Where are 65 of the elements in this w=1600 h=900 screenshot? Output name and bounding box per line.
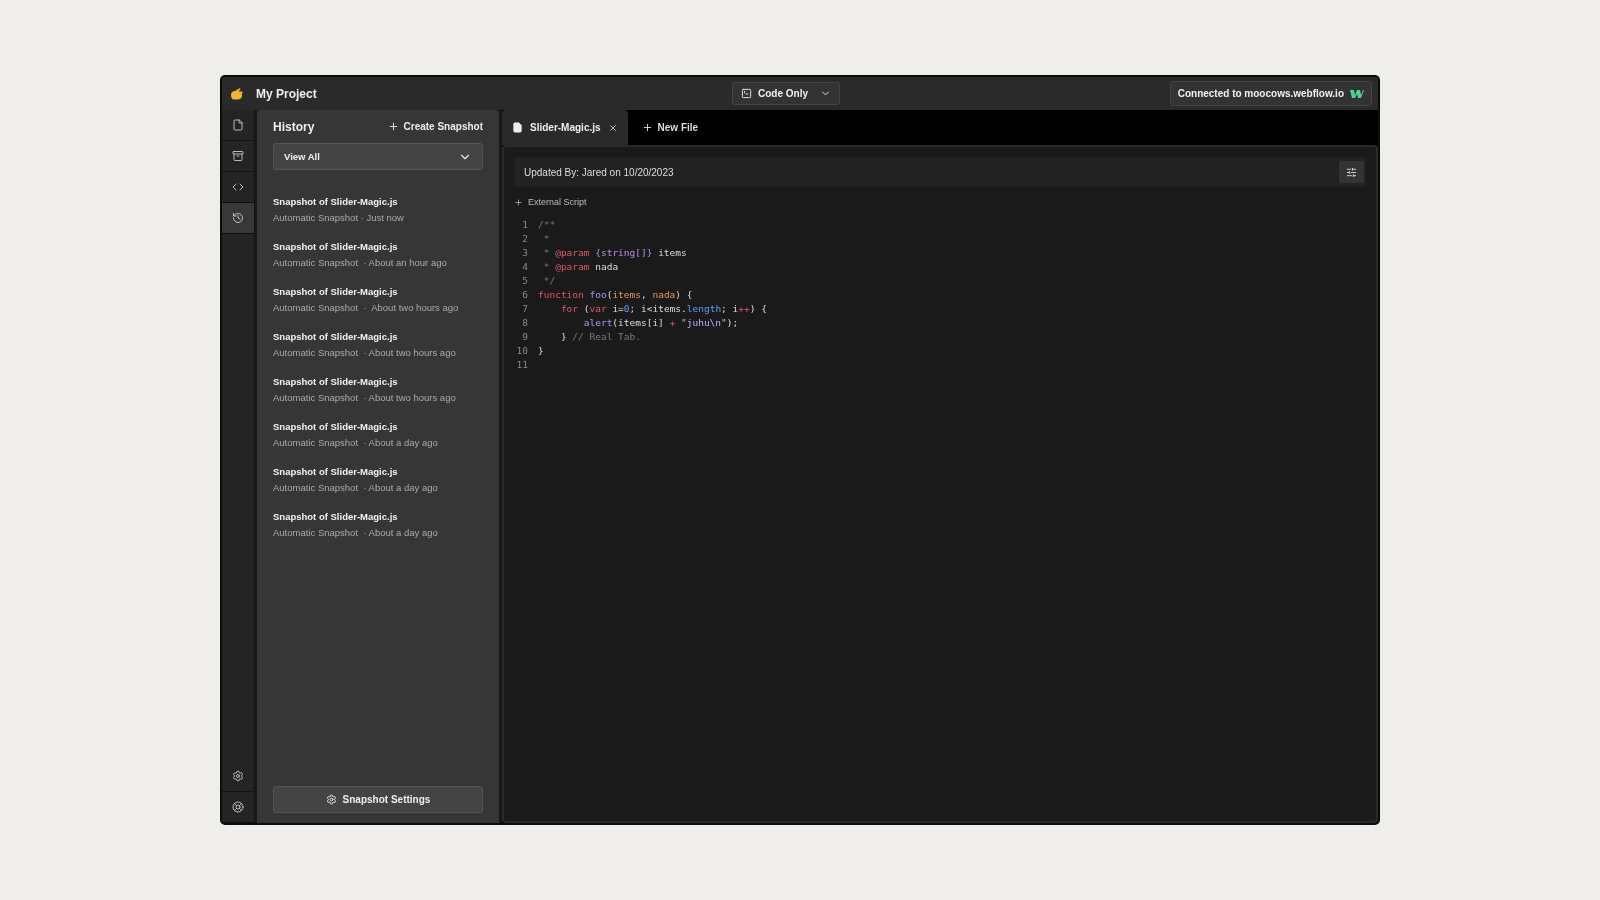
w-logo-icon: [1350, 88, 1364, 99]
plus-icon: [641, 122, 653, 133]
line-number: 2: [521, 232, 528, 244]
snapshot-meta: Automatic Snapshot · About a day ago: [273, 482, 439, 493]
file-icon: [512, 122, 523, 133]
code-line: * @param {string[]} items: [542, 246, 687, 258]
snapshot-meta: Automatic Snapshot · About a day ago: [273, 437, 439, 448]
settings-icon: [232, 770, 244, 782]
history-icon: [232, 212, 244, 224]
snapshot-meta: Automatic Snapshot · About two hours ago: [273, 302, 460, 313]
lifebuoy-icon: [232, 801, 244, 813]
terminal-icon: [741, 88, 752, 99]
plus-icon: [514, 197, 523, 207]
close-icon[interactable]: [607, 122, 618, 133]
line-number: 4: [521, 260, 528, 272]
file-icon: [232, 119, 244, 131]
sliders-icon: [1346, 166, 1357, 178]
settings-icon: [325, 794, 337, 805]
line-number: 10: [515, 344, 528, 356]
updated-by-text: Updated By: Jared on 10/20/2023: [524, 166, 674, 178]
snapshot-settings-button[interactable]: Snapshot Settings: [273, 786, 483, 813]
plus-icon: [387, 121, 399, 132]
line-number: 6: [521, 288, 528, 300]
snapshot-meta: Automatic Snapshot · About two hours ago: [273, 392, 457, 403]
code-line: for (var i=0; i<items.length; i++) {: [559, 302, 767, 314]
snapshot-title[interactable]: Snapshot of Slider-Magic.js: [273, 466, 483, 477]
code-line: /**: [538, 218, 556, 230]
project-title: My Project: [256, 86, 317, 101]
snapshot-title[interactable]: Snapshot of Slider-Magic.js: [273, 286, 483, 297]
create-snapshot-button[interactable]: Create Snapshot: [387, 121, 483, 132]
code-icon: [232, 181, 244, 193]
settings-button[interactable]: [1339, 161, 1364, 183]
filter-dropdown[interactable]: View All: [273, 143, 483, 170]
line-number: 8: [521, 316, 528, 328]
code-line: }: [538, 344, 544, 356]
line-number: 11: [515, 358, 528, 370]
snapshot-title[interactable]: Snapshot of Slider-Magic.js: [273, 511, 483, 522]
snapshot-title[interactable]: Snapshot of Slider-Magic.js: [273, 241, 483, 252]
snapshot-title[interactable]: Snapshot of Slider-Magic.js: [273, 376, 483, 387]
code-line: *: [542, 232, 550, 244]
line-number: 3: [521, 246, 528, 258]
snapshot-meta: Automatic Snapshot · About an hour ago: [273, 257, 448, 268]
connection-label: Connected to moocows.webflow.io: [1177, 88, 1344, 99]
tray-icon: [232, 150, 244, 162]
rail-button[interactable]: [222, 203, 254, 234]
code-line: alert(items[i] + "juhu\n");: [582, 316, 739, 328]
line-number: 9: [521, 330, 528, 342]
line-number: 1: [521, 218, 528, 230]
snapshot-title[interactable]: Snapshot of Slider-Magic.js: [273, 421, 483, 432]
panel-title: History: [273, 119, 315, 134]
code-line: * @param nada: [542, 260, 619, 272]
line-number: 5: [521, 274, 528, 286]
code-line: */: [542, 274, 556, 286]
view-mode-dropdown[interactable]: Code Only: [732, 82, 840, 105]
snapshot-title[interactable]: Snapshot of Slider-Magic.js: [273, 196, 483, 207]
snapshot-title[interactable]: Snapshot of Slider-Magic.js: [273, 331, 483, 342]
code-line: } // Real Tab.: [559, 330, 641, 342]
new-file-button[interactable]: New File: [627, 110, 713, 145]
code-line: function foo(items, nada) {: [538, 288, 693, 300]
file-tab[interactable]: Slider-Magic.js: [502, 110, 628, 145]
snapshot-meta: Automatic Snapshot · Just now: [273, 212, 405, 223]
snapshot-meta: Automatic Snapshot · About two hours ago: [273, 347, 457, 358]
external-script-toggle[interactable]: External Script: [514, 197, 587, 207]
snapshot-meta: Automatic Snapshot · About a day ago: [273, 527, 439, 538]
line-number: 7: [521, 302, 528, 314]
